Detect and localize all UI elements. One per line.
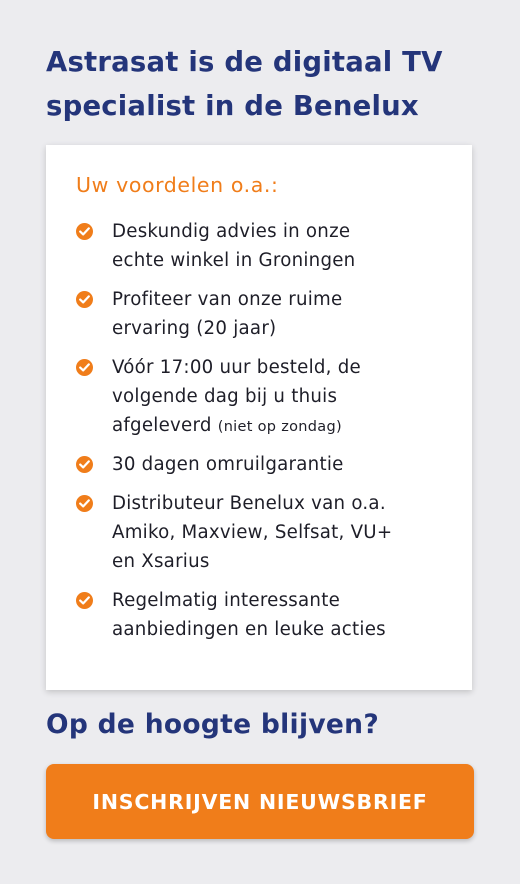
benefit-text: Deskundig advies in onze echte winkel in… bbox=[112, 217, 448, 275]
benefit-text: 30 dagen omruilgarantie bbox=[112, 450, 448, 479]
page-headline: Astrasat is de digitaal TV specialist in… bbox=[46, 40, 486, 128]
benefit-line: 30 dagen omruilgarantie bbox=[112, 454, 344, 475]
check-circle-icon bbox=[76, 592, 93, 609]
headline-line-2: specialist in de Benelux bbox=[46, 90, 419, 122]
check-circle-icon bbox=[76, 456, 93, 473]
benefit-line: echte winkel in Groningen bbox=[112, 250, 356, 271]
benefit-line: Vóór 17:00 uur besteld, de bbox=[112, 357, 361, 378]
newsletter-heading: Op de hoogte blijven? bbox=[46, 709, 380, 740]
benefit-line: en Xsarius bbox=[112, 551, 210, 572]
benefit-text: Distributeur Benelux van o.a. Amiko, Max… bbox=[112, 489, 448, 576]
benefit-line: aanbiedingen en leuke acties bbox=[112, 619, 386, 640]
benefit-line: afgeleverd bbox=[112, 415, 212, 436]
check-circle-icon bbox=[76, 223, 93, 240]
headline-line-1: Astrasat is de digitaal TV bbox=[46, 46, 443, 78]
benefit-line: Amiko, Maxview, Selfsat, VU+ bbox=[112, 522, 393, 543]
benefit-line: volgende dag bij u thuis bbox=[112, 386, 338, 407]
benefit-line: Distributeur Benelux van o.a. bbox=[112, 493, 386, 514]
benefit-line: Deskundig advies in onze bbox=[112, 221, 351, 242]
benefit-note: (niet op zondag) bbox=[217, 419, 342, 435]
check-circle-icon bbox=[76, 495, 93, 512]
benefit-line: Profiteer van onze ruime bbox=[112, 289, 343, 310]
benefits-title: Uw voordelen o.a.: bbox=[76, 173, 279, 197]
benefit-line: Regelmatig interessante bbox=[112, 590, 341, 611]
benefits-card: Uw voordelen o.a.: Deskundig advies in o… bbox=[46, 145, 472, 690]
check-circle-icon bbox=[76, 359, 93, 376]
benefit-text: Profiteer van onze ruime ervaring (20 ja… bbox=[112, 285, 448, 343]
benefit-text: Vóór 17:00 uur besteld, de volgende dag … bbox=[112, 353, 448, 442]
benefit-line: ervaring (20 jaar) bbox=[112, 318, 277, 339]
newsletter-signup-button[interactable]: INSCHRIJVEN NIEUWSBRIEF bbox=[46, 764, 474, 839]
benefit-text: Regelmatig interessante aanbiedingen en … bbox=[112, 586, 448, 644]
check-circle-icon bbox=[76, 291, 93, 308]
